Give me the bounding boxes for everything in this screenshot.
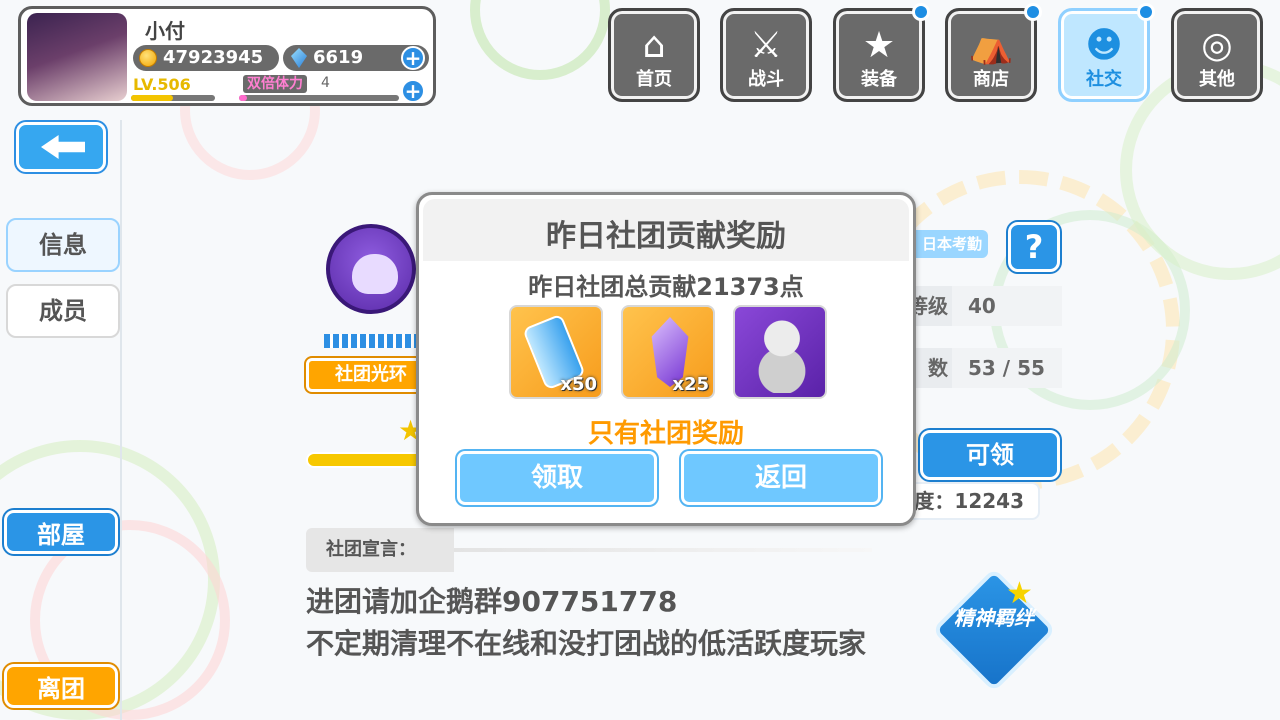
swords-icon: ⚔ [749, 25, 783, 66]
stamina-progress-fill [239, 95, 247, 101]
player-level: LV.506 [133, 75, 191, 94]
level-progress-bar [131, 95, 215, 101]
back-arrow-icon [41, 135, 85, 159]
declaration-line-2: 不定期清理不在线和没打团战的低活跃度玩家 [306, 627, 867, 660]
snail-icon: ◎ [1201, 25, 1233, 66]
guild-emblem-icon [326, 224, 416, 314]
nav-label: 战斗 [748, 69, 784, 90]
level-progress-fill [131, 95, 173, 101]
nav-shop-basket[interactable]: ⛺ 商店 [945, 3, 1042, 102]
tab-info[interactable]: 信息 [6, 218, 120, 272]
nav-label: 首页 [636, 69, 672, 90]
guild-exp-bar [306, 452, 424, 468]
nav-swords[interactable]: ⚔ 战斗 [720, 8, 812, 102]
guild-emblem-progress [324, 334, 424, 348]
guild-emblem[interactable] [326, 224, 416, 334]
stamina-value: 4 [321, 75, 330, 91]
reward-item-crystal[interactable]: x25 [621, 305, 715, 399]
social-mascot-icon: ☻ [1085, 25, 1123, 66]
guild-activity: 度：12243 [900, 482, 1040, 520]
reward-quantity: x25 [672, 374, 709, 395]
reward-quantity: x50 [560, 374, 597, 395]
spirit-bond-icon [931, 567, 1057, 693]
gem-icon [291, 48, 307, 68]
nav-label: 其他 [1199, 69, 1235, 90]
add-gems-button[interactable]: + [401, 46, 425, 70]
star-icon: ★ [1006, 576, 1033, 611]
declaration-label: 社团宣言： [306, 528, 454, 572]
receive-button[interactable]: 领取 [457, 451, 657, 505]
reward-item-potion[interactable]: x50 [509, 305, 603, 399]
coin-icon [139, 49, 157, 67]
gold-counter: 47923945 [133, 45, 279, 71]
notification-dot [1024, 3, 1042, 21]
dialog-header: 昨日社团贡献奖励 [423, 199, 909, 261]
nav-label: 社交 [1086, 69, 1122, 90]
nav-label: 装备 [861, 69, 897, 90]
player-avatar[interactable] [27, 13, 127, 101]
guild-level-value: 40 [952, 286, 1062, 326]
back-button[interactable] [16, 122, 106, 172]
bear-statue-icon [751, 315, 813, 393]
player-name: 小付 [145, 19, 185, 43]
dialog-note: 只有社团奖励 [587, 419, 744, 449]
reward-item-statue[interactable] [733, 305, 827, 399]
nav-star-gun[interactable]: ★ 装备 [833, 3, 930, 102]
player-card[interactable]: 小付 47923945 6619 + LV.506 双倍体力 4 + [18, 6, 436, 106]
nav-label: 商店 [973, 69, 1009, 90]
add-stamina-button[interactable]: + [401, 79, 425, 103]
declaration-divider [454, 548, 872, 552]
dialog-title: 昨日社团贡献奖励 [546, 219, 786, 254]
home-icon: ⌂ [642, 25, 666, 66]
gold-amount: 47923945 [163, 47, 264, 68]
return-button[interactable]: 返回 [681, 451, 881, 505]
notification-dot [912, 3, 930, 21]
shop-basket-icon: ⛺ [968, 25, 1014, 66]
left-divider [120, 120, 122, 720]
tab-members[interactable]: 成员 [6, 284, 120, 338]
guild-level-row: 等级 40 [900, 286, 1062, 326]
guild-aura-button[interactable]: 社团光环 [306, 358, 424, 392]
declaration-line-1: 进团请加企鹅群907751778 [306, 585, 678, 618]
star-gun-icon: ★ [862, 25, 896, 66]
help-button[interactable]: ? [1008, 222, 1060, 272]
dialog-subtitle: 昨日社团总贡献21373点 [528, 273, 804, 301]
nav-snail[interactable]: ◎ 其他 [1171, 8, 1263, 102]
guild-members-row: 数 53 / 55 [900, 348, 1062, 388]
spirit-bond-button[interactable]: 精神羁绊 ★ [931, 567, 1057, 693]
nav-social-mascot[interactable]: ☻ 社交 [1058, 3, 1155, 102]
claim-button[interactable]: 可领 [920, 430, 1060, 480]
gem-amount: 6619 [313, 47, 364, 68]
notification-dot [1137, 3, 1155, 21]
leave-guild-button[interactable]: 离团 [4, 664, 118, 708]
stamina-label: 双倍体力 [243, 75, 307, 93]
nav-home[interactable]: ⌂ 首页 [608, 8, 700, 102]
guild-members-value: 53 / 55 [952, 348, 1062, 388]
stamina-progress-bar [239, 95, 399, 101]
room-button[interactable]: 部屋 [4, 510, 118, 554]
contribution-reward-dialog: 昨日社团贡献奖励 昨日社团总贡献21373点 x50 x25 只有社团奖励 领取… [416, 192, 916, 526]
